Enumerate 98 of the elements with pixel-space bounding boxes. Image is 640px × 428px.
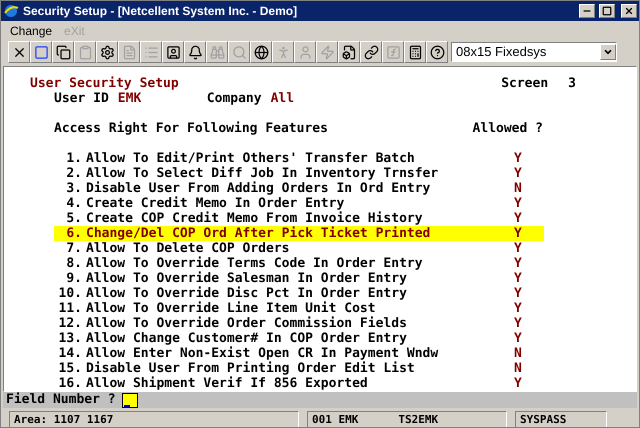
allowed-value[interactable]: Y	[514, 226, 544, 241]
item-number: 9.	[65, 271, 82, 286]
status-text: 001 EMK	[312, 412, 358, 427]
feature-row[interactable]: 13. Allow Change Customer# In COP Order Entry Y	[54, 331, 544, 346]
feature-label: Disable User From Printing Order Edit List	[86, 361, 416, 376]
feature-row[interactable]: 10. Allow To Override Disc Pct In Order Entry Y	[54, 286, 544, 301]
bell-icon[interactable]	[184, 41, 206, 63]
feature-label: Allow To Edit/Print Others' Transfer Batch	[86, 151, 416, 166]
card-icon[interactable]	[162, 41, 184, 63]
feature-row[interactable]: 14. Allow Enter Non-Exist Open CR In Payment Wndw N	[54, 346, 544, 361]
item-number: 15.	[58, 361, 82, 376]
feature-label: Allow To Override Terms Code In Order Entry	[86, 256, 424, 271]
globe-logo-icon	[3, 3, 19, 19]
menu-item[interactable]: Change	[10, 22, 52, 40]
allowed-value[interactable]: Y	[514, 211, 544, 226]
company-label: Company	[206, 91, 262, 106]
copy-icon[interactable]	[52, 41, 74, 63]
allowed-value[interactable]: N	[514, 346, 544, 361]
help-icon[interactable]	[426, 41, 448, 63]
feature-row[interactable]: 11. Allow To Override Line Item Unit Cost Y	[54, 301, 544, 316]
field-number-prompt: Field Number ?	[5, 391, 116, 410]
allowed-value[interactable]: Y	[514, 286, 544, 301]
allowed-value[interactable]: Y	[514, 196, 544, 211]
item-number: 3.	[65, 181, 82, 196]
item-number: 5.	[65, 211, 82, 226]
link-icon[interactable]	[360, 41, 382, 63]
feature-label: Allow To Override Order Commission Fields	[86, 316, 408, 331]
close-icon[interactable]	[8, 41, 30, 63]
allowed-value[interactable]: Y	[514, 151, 544, 166]
screen-title: User Security Setup	[30, 76, 180, 91]
screen-label: Screen	[501, 76, 548, 91]
item-number: 16.	[58, 376, 82, 391]
feature-label: Allow To Override Line Item Unit Cost	[86, 301, 377, 316]
allowed-value[interactable]: Y	[514, 316, 544, 331]
allowed-value[interactable]: Y	[514, 301, 544, 316]
feature-row[interactable]: 8. Allow To Override Terms Code In Order Entry Y	[54, 256, 544, 271]
feature-row[interactable]: 15. Disable User From Printing Order Edit List N	[54, 361, 544, 376]
feature-label: Allow To Override Salesman In Order Entry	[86, 271, 408, 286]
allowed-value[interactable]: N	[514, 361, 544, 376]
feature-row[interactable]: 12. Allow To Override Order Commission Fields Y	[54, 316, 544, 331]
feature-row[interactable]: 2. Allow To Select Diff Job In Inventory Trnsfer Y	[54, 166, 544, 181]
feature-label: Allow Change Customer# In COP Order Entry	[86, 331, 408, 346]
feature-label: Disable User From Adding Orders In Ord Entry	[86, 181, 432, 196]
status-text: Area: 1107 1167	[14, 412, 114, 427]
allowed-value[interactable]: Y	[514, 241, 544, 256]
allowed-value[interactable]: Y	[514, 271, 544, 286]
company-value: All	[270, 91, 294, 106]
feature-label: Allow Shipment Verif If 856 Exported	[86, 376, 369, 391]
item-number: 12.	[58, 316, 82, 331]
feature-row[interactable]: 6. Change/Del COP Ord After Pick Ticket Printed Y	[54, 226, 544, 241]
gear-icon[interactable]	[96, 41, 118, 63]
feature-row[interactable]: 3. Disable User From Adding Orders In Ord Entry N	[54, 181, 544, 196]
features-header: Access Right For Following Features	[54, 121, 329, 136]
globe-icon[interactable]	[250, 41, 272, 63]
feature-label: Allow To Select Diff Job In Inventory Trnsfer	[86, 166, 440, 181]
feature-label: Allow To Override Disc Pct In Order Entry	[86, 286, 408, 301]
item-number: 4.	[65, 196, 82, 211]
item-number: 8.	[65, 256, 82, 271]
feature-label: Change/Del COP Ord After Pick Ticket Printed	[86, 226, 432, 241]
window-title: Security Setup - [Netcellent System Inc. - Demo]	[23, 3, 298, 20]
allowed-value[interactable]: Y	[514, 376, 544, 391]
feature-row[interactable]: 9. Allow To Override Salesman In Order Entry Y	[54, 271, 544, 286]
feature-row[interactable]: 4. Create Credit Memo In Order Entry Y	[54, 196, 544, 211]
allowed-value[interactable]: Y	[514, 331, 544, 346]
maximize-icon	[602, 6, 612, 16]
feature-label: Create Credit Memo In Order Entry	[86, 196, 346, 211]
close-button[interactable]	[621, 4, 637, 18]
close-icon	[624, 6, 634, 16]
font-dropdown[interactable]: 08x15 Fixedsys	[451, 42, 617, 62]
screen-number: 3	[568, 76, 576, 91]
feature-label: Allow To Delete COP Orders	[86, 241, 290, 256]
item-number: 10.	[58, 286, 82, 301]
item-number: 1.	[65, 151, 82, 166]
item-number: 7.	[65, 241, 82, 256]
feature-row[interactable]: 16. Allow Shipment Verif If 856 Exported Y	[54, 376, 544, 391]
feature-label: Allow Enter Non-Exist Open CR In Payment Wndw	[86, 346, 440, 361]
status-text: TS2EMK	[398, 412, 438, 427]
user-id-label: User ID	[54, 91, 109, 106]
item-number: 14.	[58, 346, 82, 361]
user-id-value: EMK	[118, 91, 142, 106]
item-number: 11.	[58, 301, 82, 316]
allowed-header: Allowed ?	[472, 121, 543, 136]
allowed-value[interactable]: Y	[514, 166, 544, 181]
item-number: 13.	[58, 331, 82, 346]
feature-row[interactable]: 7. Allow To Delete COP Orders Y	[54, 241, 544, 256]
feature-row[interactable]: 5. Create COP Credit Memo From Invoice History Y	[54, 211, 544, 226]
feature-row[interactable]: 1. Allow To Edit/Print Others' Transfer Batch Y	[54, 151, 544, 166]
calculator-icon[interactable]	[404, 41, 426, 63]
allowed-value[interactable]: N	[514, 181, 544, 196]
status-text: SYSPASS	[520, 412, 566, 427]
minimize-button[interactable]	[579, 4, 595, 18]
allowed-value[interactable]: Y	[514, 256, 544, 271]
item-number: 6.	[65, 226, 82, 241]
item-number: 2.	[65, 166, 82, 181]
maximize-button[interactable]	[599, 4, 615, 18]
input-field[interactable]	[122, 392, 138, 408]
feature-label: Create COP Credit Memo From Invoice History	[86, 211, 424, 226]
selection-icon[interactable]	[30, 41, 52, 63]
